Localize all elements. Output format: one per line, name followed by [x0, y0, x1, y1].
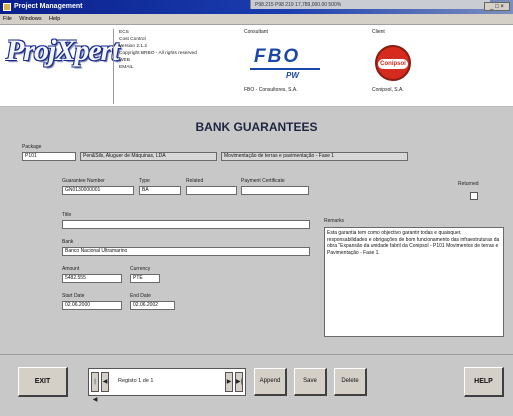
menu-help[interactable]: Help [46, 14, 63, 24]
previous-record-button[interactable]: ◀ [101, 372, 109, 392]
remarks-textarea[interactable]: Esta garantia tem como objectivo garanti… [324, 227, 504, 337]
bank-label: Bank [62, 239, 74, 245]
record-position: Registo 1 de 1 [118, 378, 154, 384]
currency-label: Currency [130, 266, 151, 272]
menu-windows[interactable]: Windows [16, 14, 44, 24]
last-record-button[interactable]: ▶| [235, 372, 243, 392]
guarantee-number-label: Guarantee Number [62, 178, 105, 184]
client-label: Client [372, 29, 385, 35]
info-line: ECS [119, 30, 129, 35]
payment-certificate-field[interactable] [241, 186, 309, 195]
returned-checkbox[interactable] [470, 192, 478, 200]
guarantee-number-field[interactable]: GN0130000001 [62, 186, 134, 195]
app-icon [3, 3, 11, 11]
projxpert-logo: ProjXpert [6, 34, 120, 67]
append-button[interactable]: Append [254, 368, 287, 396]
first-record-button[interactable]: |◀ [91, 372, 99, 403]
related-field[interactable] [186, 186, 237, 195]
background-window[interactable]: P98.215 P98 219 17,789,000.00 500% [250, 0, 490, 9]
end-date-label: End Date [130, 293, 151, 299]
consultant-label: Consultant [244, 29, 268, 35]
package-code-field[interactable]: P101 [22, 152, 76, 161]
payment-certificate-label: Payment Certificate [241, 178, 285, 184]
type-field[interactable]: BA [139, 186, 181, 195]
consultant-logo: FBO PW [248, 45, 323, 81]
title-bar: Project Management P98.215 P98 219 17,78… [0, 0, 513, 14]
currency-field[interactable]: PTE [130, 274, 160, 283]
client-logo: Conipsol [375, 45, 411, 81]
app-header: ProjXpert ECS Cost Control Version 2.1.2… [0, 25, 513, 107]
info-line: Version 2.1.2 [119, 44, 148, 49]
client-name: Conipsol, S.A. [372, 87, 404, 93]
record-navigator: |◀ ◀ Registo 1 de 1 ▶ ▶| [88, 368, 246, 403]
title-field[interactable] [62, 220, 310, 229]
info-line: Copyright BRBO - All rights reserved [119, 51, 197, 56]
bank-field[interactable]: Banco Nacional Ultramarino [62, 247, 310, 256]
related-label: Related [186, 178, 204, 184]
menu-bar: File Windows Help [0, 14, 513, 25]
delete-button[interactable]: Delete [334, 368, 367, 396]
form-area: BANK GUARANTEES Package P101 Pen&Sils, A… [0, 107, 513, 354]
next-record-button[interactable]: ▶ [225, 372, 233, 392]
package-label: Package [22, 144, 42, 150]
info-email[interactable]: EMAIL [119, 64, 238, 71]
info-line: Cost Control [119, 37, 146, 42]
window-title: Project Management [14, 3, 83, 10]
returned-label: Returned [458, 181, 479, 187]
amount-label: Amount [62, 266, 80, 272]
save-button[interactable]: Save [294, 368, 327, 396]
end-date-field[interactable]: 02.06.2002 [130, 301, 175, 310]
type-label: Type [139, 178, 150, 184]
start-date-label: Start Date [62, 293, 85, 299]
menu-file[interactable]: File [0, 14, 15, 24]
consultant-name: FBO - Consultores, S.A. [244, 87, 298, 93]
button-bar: EXIT |◀ ◀ Registo 1 de 1 ▶ ▶| Append Sav… [0, 354, 513, 416]
exit-button[interactable]: EXIT [18, 367, 68, 397]
amount-field[interactable]: 5482.555 [62, 274, 122, 283]
page-title: BANK GUARANTEES [195, 120, 318, 134]
title-label: Title [62, 212, 72, 218]
window-controls[interactable]: _ □ × [484, 2, 510, 11]
app-info: ECS Cost Control Version 2.1.2 Copyright… [113, 29, 238, 104]
help-button[interactable]: HELP [464, 367, 504, 397]
start-date-field[interactable]: 02.06.2000 [62, 301, 122, 310]
package-description-field: Movimentação de terras e pavimentação - … [221, 152, 408, 161]
info-web[interactable]: WEB [119, 57, 238, 64]
remarks-label: Remarks [324, 218, 345, 224]
package-company-field: Pen&Sils, Aluguer de Máquinas, LDA [80, 152, 217, 161]
